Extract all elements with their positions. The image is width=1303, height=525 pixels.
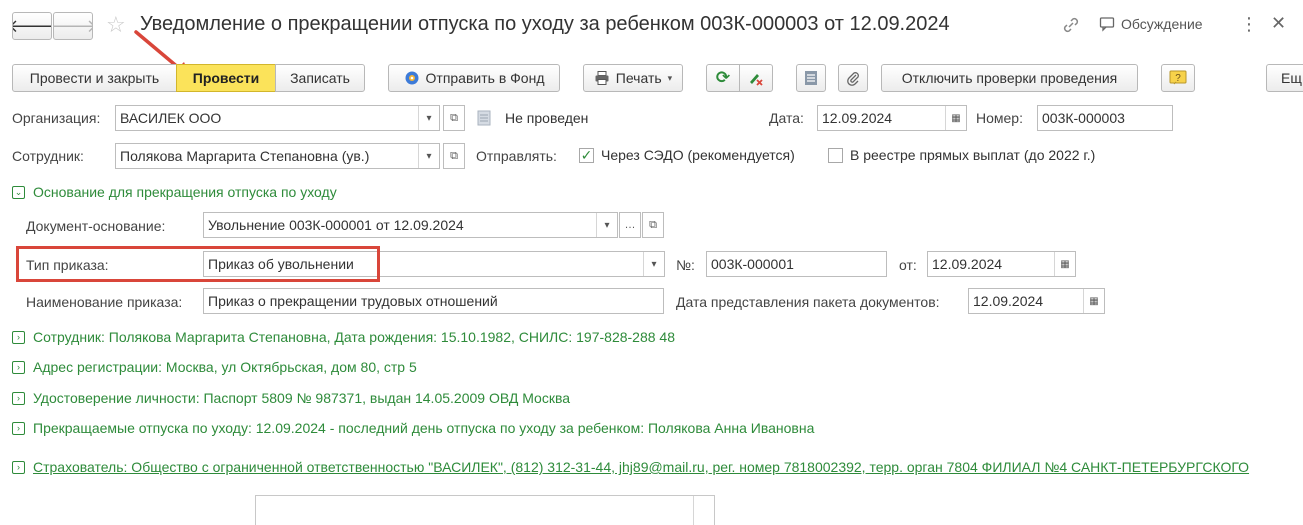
number-label: Номер: bbox=[976, 110, 1023, 126]
calendar-icon[interactable]: ▦ bbox=[1054, 252, 1075, 276]
package-date-label: Дата представления пакета документов: bbox=[676, 294, 940, 310]
number-field[interactable]: 003К-000003 bbox=[1037, 105, 1173, 131]
favorite-star-icon[interactable]: ☆ bbox=[106, 12, 126, 38]
more-menu-icon[interactable]: ⋮ bbox=[1240, 14, 1258, 35]
basis-document-field[interactable]: Увольнение 003К-000001 от 12.09.2024 ▾ bbox=[203, 212, 618, 238]
employee-label: Сотрудник: bbox=[12, 148, 84, 164]
send-label: Отправлять: bbox=[476, 148, 557, 164]
forward-button[interactable]: 🡒 bbox=[53, 12, 93, 40]
select-basis-button[interactable]: … bbox=[619, 212, 641, 238]
open-employee-button[interactable]: ⧉ bbox=[443, 143, 465, 169]
bottom-partial-field[interactable] bbox=[255, 495, 715, 525]
report-button[interactable] bbox=[796, 64, 826, 92]
help-note-icon: ? bbox=[1169, 70, 1187, 86]
open-window-icon: ⧉ bbox=[450, 149, 458, 162]
organization-field[interactable]: ВАСИЛЕК ООО ▾ bbox=[115, 105, 440, 131]
basis-section-toggle[interactable]: ⌄ Основание для прекращения отпуска по у… bbox=[12, 184, 337, 200]
refresh-button[interactable]: ⟳ bbox=[706, 64, 740, 92]
order-date-label: от: bbox=[899, 257, 917, 273]
employee-field[interactable]: Полякова Маргарита Степановна (ув.) ▾ bbox=[115, 143, 440, 169]
send-sedo-checkbox[interactable]: ✓ Через СЭДО (рекомендуется) bbox=[579, 147, 795, 163]
order-name-label: Наименование приказа: bbox=[26, 294, 183, 310]
send-to-fund-button[interactable]: Отправить в Фонд bbox=[388, 64, 560, 92]
basis-document-label: Документ-основание: bbox=[26, 218, 166, 234]
chevron-right-icon: › bbox=[12, 460, 25, 474]
highlight-box bbox=[16, 246, 380, 282]
chevron-right-icon: › bbox=[12, 360, 25, 374]
arrow-right-icon: 🡒 bbox=[54, 16, 92, 37]
insurer-section-toggle[interactable]: › Страхователь: Общество с ограниченной … bbox=[12, 459, 1303, 475]
svg-text:?: ? bbox=[1175, 73, 1181, 84]
refresh-icon: ⟳ bbox=[715, 68, 731, 87]
chevron-right-icon: › bbox=[12, 330, 25, 344]
chevron-down-icon: ▾ bbox=[667, 72, 673, 83]
date-field[interactable]: 12.09.2024 ▦ bbox=[817, 105, 967, 131]
more-button[interactable]: Ещ bbox=[1266, 64, 1303, 92]
calendar-icon[interactable]: ▦ bbox=[945, 106, 966, 130]
save-button[interactable]: Записать bbox=[275, 64, 365, 92]
identity-section-toggle[interactable]: › Удостоверение личности: Паспорт 5809 №… bbox=[12, 390, 570, 406]
checkmark-icon: ✓ bbox=[579, 146, 594, 163]
posting-status: Не проведен bbox=[505, 110, 589, 126]
send-registry-checkbox[interactable]: В реестре прямых выплат (до 2022 г.) bbox=[828, 147, 1095, 163]
chevron-down-icon: ⌄ bbox=[12, 185, 25, 199]
order-date-field[interactable]: 12.09.2024 ▦ bbox=[927, 251, 1076, 277]
document-list-icon bbox=[804, 70, 818, 86]
dropdown-arrow-icon[interactable]: ▾ bbox=[596, 213, 617, 237]
open-organization-button[interactable]: ⧉ bbox=[443, 105, 465, 131]
ellipsis-icon: … bbox=[624, 219, 636, 231]
status-document-icon bbox=[477, 110, 491, 129]
paperclip-icon bbox=[846, 70, 860, 86]
open-basis-button[interactable]: ⧉ bbox=[642, 212, 664, 238]
help-note-button[interactable]: ? bbox=[1161, 64, 1195, 92]
chevron-right-icon: › bbox=[12, 421, 25, 435]
dropdown-arrow-icon[interactable]: ▾ bbox=[418, 144, 439, 168]
date-label: Дата: bbox=[769, 110, 804, 126]
dropdown-arrow-icon[interactable]: ▾ bbox=[643, 252, 664, 276]
printer-icon bbox=[594, 70, 610, 86]
close-icon[interactable]: ✕ bbox=[1271, 13, 1286, 34]
address-section-toggle[interactable]: › Адрес регистрации: Москва, ул Октябрьс… bbox=[12, 359, 417, 375]
open-window-icon: ⧉ bbox=[649, 218, 657, 231]
calendar-icon[interactable]: ▦ bbox=[1083, 289, 1104, 313]
disable-checks-button[interactable]: Отключить проверки проведения bbox=[881, 64, 1138, 92]
open-window-icon: ⧉ bbox=[450, 111, 458, 124]
print-button[interactable]: Печать ▾ bbox=[583, 64, 683, 92]
attach-files-button[interactable] bbox=[838, 64, 868, 92]
organization-label: Организация: bbox=[12, 110, 101, 126]
link-icon[interactable] bbox=[1062, 16, 1080, 37]
discussion-label: Обсуждение bbox=[1121, 16, 1203, 32]
back-button[interactable]: 🡐 bbox=[12, 12, 52, 40]
arrow-left-icon: 🡐 bbox=[13, 16, 51, 37]
employee-section-toggle[interactable]: › Сотрудник: Полякова Маргарита Степанов… bbox=[12, 329, 675, 345]
post-button[interactable]: Провести bbox=[176, 64, 276, 92]
order-number-field[interactable]: 003К-000001 bbox=[706, 251, 887, 277]
dropdown-arrow-icon[interactable]: ▾ bbox=[418, 106, 439, 130]
leave-section-toggle[interactable]: › Прекращаемые отпуска по уходу: 12.09.2… bbox=[12, 420, 814, 436]
package-date-field[interactable]: 12.09.2024 ▦ bbox=[968, 288, 1105, 314]
discussion-button[interactable]: Обсуждение bbox=[1099, 16, 1203, 32]
window-title: Уведомление о прекращении отпуска по ухо… bbox=[140, 13, 950, 35]
fund-icon bbox=[404, 70, 420, 86]
post-and-close-button[interactable]: Провести и закрыть bbox=[12, 64, 177, 92]
order-name-field[interactable]: Приказ о прекращении трудовых отношений bbox=[203, 288, 664, 314]
chevron-right-icon: › bbox=[12, 391, 25, 405]
cancel-posting-button[interactable] bbox=[739, 64, 773, 92]
chat-icon bbox=[1099, 17, 1115, 32]
order-number-label: №: bbox=[676, 257, 695, 273]
edit-cancel-icon bbox=[747, 69, 765, 87]
